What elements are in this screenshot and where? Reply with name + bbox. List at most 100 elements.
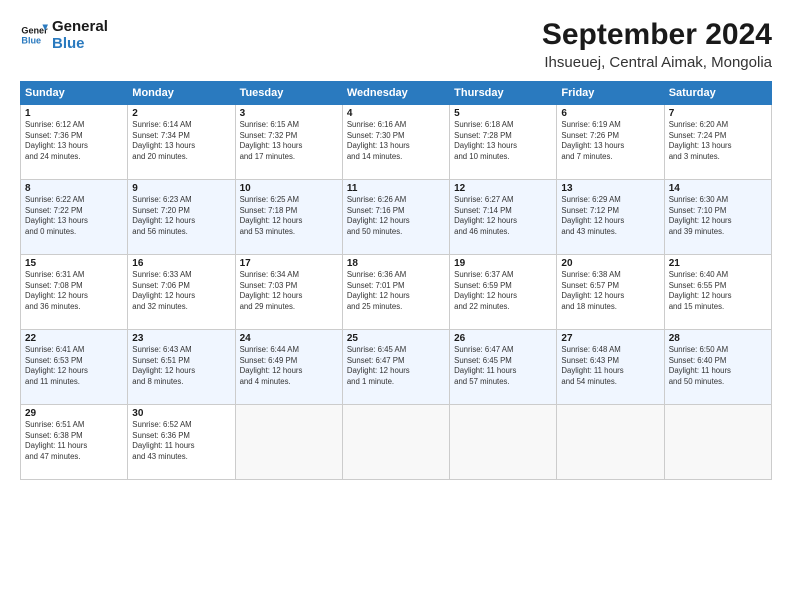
day-number: 23 <box>132 333 230 344</box>
day-number: 10 <box>240 183 338 194</box>
title-block: September 2024 Ihsueuej, Central Aimak, … <box>542 18 772 71</box>
day-number: 11 <box>347 183 445 194</box>
day-number: 17 <box>240 258 338 269</box>
calendar-cell: 27Sunrise: 6:48 AMSunset: 6:43 PMDayligh… <box>557 330 664 405</box>
day-info: Sunrise: 6:31 AMSunset: 7:08 PMDaylight:… <box>25 270 123 312</box>
calendar-table: SundayMondayTuesdayWednesdayThursdayFrid… <box>20 81 772 480</box>
page-header: General Blue General Blue September 2024… <box>20 18 772 71</box>
day-info: Sunrise: 6:33 AMSunset: 7:06 PMDaylight:… <box>132 270 230 312</box>
calendar-cell: 10Sunrise: 6:25 AMSunset: 7:18 PMDayligh… <box>235 180 342 255</box>
day-number: 15 <box>25 258 123 269</box>
calendar-cell <box>450 405 557 480</box>
calendar-cell: 22Sunrise: 6:41 AMSunset: 6:53 PMDayligh… <box>21 330 128 405</box>
day-info: Sunrise: 6:19 AMSunset: 7:26 PMDaylight:… <box>561 120 659 162</box>
day-info: Sunrise: 6:26 AMSunset: 7:16 PMDaylight:… <box>347 195 445 237</box>
day-info: Sunrise: 6:16 AMSunset: 7:30 PMDaylight:… <box>347 120 445 162</box>
day-info: Sunrise: 6:36 AMSunset: 7:01 PMDaylight:… <box>347 270 445 312</box>
calendar-cell: 17Sunrise: 6:34 AMSunset: 7:03 PMDayligh… <box>235 255 342 330</box>
day-number: 5 <box>454 108 552 119</box>
day-info: Sunrise: 6:18 AMSunset: 7:28 PMDaylight:… <box>454 120 552 162</box>
day-number: 18 <box>347 258 445 269</box>
calendar-cell: 8Sunrise: 6:22 AMSunset: 7:22 PMDaylight… <box>21 180 128 255</box>
day-header: Friday <box>557 82 664 105</box>
calendar-cell: 19Sunrise: 6:37 AMSunset: 6:59 PMDayligh… <box>450 255 557 330</box>
day-info: Sunrise: 6:34 AMSunset: 7:03 PMDaylight:… <box>240 270 338 312</box>
day-header: Saturday <box>664 82 771 105</box>
day-info: Sunrise: 6:38 AMSunset: 6:57 PMDaylight:… <box>561 270 659 312</box>
calendar-cell: 15Sunrise: 6:31 AMSunset: 7:08 PMDayligh… <box>21 255 128 330</box>
day-header: Thursday <box>450 82 557 105</box>
day-number: 6 <box>561 108 659 119</box>
calendar-cell: 26Sunrise: 6:47 AMSunset: 6:45 PMDayligh… <box>450 330 557 405</box>
day-info: Sunrise: 6:47 AMSunset: 6:45 PMDaylight:… <box>454 345 552 387</box>
day-number: 27 <box>561 333 659 344</box>
day-header: Wednesday <box>342 82 449 105</box>
calendar-cell <box>557 405 664 480</box>
day-number: 26 <box>454 333 552 344</box>
calendar-cell: 28Sunrise: 6:50 AMSunset: 6:40 PMDayligh… <box>664 330 771 405</box>
day-header: Sunday <box>21 82 128 105</box>
day-number: 21 <box>669 258 767 269</box>
day-number: 13 <box>561 183 659 194</box>
day-number: 2 <box>132 108 230 119</box>
day-info: Sunrise: 6:15 AMSunset: 7:32 PMDaylight:… <box>240 120 338 162</box>
day-info: Sunrise: 6:14 AMSunset: 7:34 PMDaylight:… <box>132 120 230 162</box>
calendar-cell: 13Sunrise: 6:29 AMSunset: 7:12 PMDayligh… <box>557 180 664 255</box>
calendar-cell: 6Sunrise: 6:19 AMSunset: 7:26 PMDaylight… <box>557 105 664 180</box>
day-info: Sunrise: 6:50 AMSunset: 6:40 PMDaylight:… <box>669 345 767 387</box>
day-header: Tuesday <box>235 82 342 105</box>
calendar-cell: 9Sunrise: 6:23 AMSunset: 7:20 PMDaylight… <box>128 180 235 255</box>
day-number: 28 <box>669 333 767 344</box>
day-info: Sunrise: 6:37 AMSunset: 6:59 PMDaylight:… <box>454 270 552 312</box>
day-number: 22 <box>25 333 123 344</box>
day-info: Sunrise: 6:30 AMSunset: 7:10 PMDaylight:… <box>669 195 767 237</box>
calendar-cell: 4Sunrise: 6:16 AMSunset: 7:30 PMDaylight… <box>342 105 449 180</box>
day-info: Sunrise: 6:20 AMSunset: 7:24 PMDaylight:… <box>669 120 767 162</box>
day-header: Monday <box>128 82 235 105</box>
day-number: 25 <box>347 333 445 344</box>
calendar-cell: 1Sunrise: 6:12 AMSunset: 7:36 PMDaylight… <box>21 105 128 180</box>
calendar-cell: 21Sunrise: 6:40 AMSunset: 6:55 PMDayligh… <box>664 255 771 330</box>
calendar-cell: 30Sunrise: 6:52 AMSunset: 6:36 PMDayligh… <box>128 405 235 480</box>
logo-text: General Blue <box>52 18 108 53</box>
calendar-cell: 12Sunrise: 6:27 AMSunset: 7:14 PMDayligh… <box>450 180 557 255</box>
day-number: 14 <box>669 183 767 194</box>
day-number: 8 <box>25 183 123 194</box>
day-info: Sunrise: 6:43 AMSunset: 6:51 PMDaylight:… <box>132 345 230 387</box>
calendar-cell: 14Sunrise: 6:30 AMSunset: 7:10 PMDayligh… <box>664 180 771 255</box>
calendar-cell: 23Sunrise: 6:43 AMSunset: 6:51 PMDayligh… <box>128 330 235 405</box>
day-number: 29 <box>25 408 123 419</box>
day-number: 7 <box>669 108 767 119</box>
day-info: Sunrise: 6:48 AMSunset: 6:43 PMDaylight:… <box>561 345 659 387</box>
day-info: Sunrise: 6:29 AMSunset: 7:12 PMDaylight:… <box>561 195 659 237</box>
calendar-cell: 29Sunrise: 6:51 AMSunset: 6:38 PMDayligh… <box>21 405 128 480</box>
day-number: 9 <box>132 183 230 194</box>
calendar-cell: 7Sunrise: 6:20 AMSunset: 7:24 PMDaylight… <box>664 105 771 180</box>
day-info: Sunrise: 6:40 AMSunset: 6:55 PMDaylight:… <box>669 270 767 312</box>
day-number: 3 <box>240 108 338 119</box>
day-info: Sunrise: 6:27 AMSunset: 7:14 PMDaylight:… <box>454 195 552 237</box>
day-number: 12 <box>454 183 552 194</box>
day-number: 19 <box>454 258 552 269</box>
calendar-cell <box>235 405 342 480</box>
logo-icon: General Blue <box>20 21 48 49</box>
calendar-cell: 11Sunrise: 6:26 AMSunset: 7:16 PMDayligh… <box>342 180 449 255</box>
calendar-cell: 3Sunrise: 6:15 AMSunset: 7:32 PMDaylight… <box>235 105 342 180</box>
calendar-cell: 2Sunrise: 6:14 AMSunset: 7:34 PMDaylight… <box>128 105 235 180</box>
svg-text:Blue: Blue <box>21 36 41 46</box>
day-info: Sunrise: 6:51 AMSunset: 6:38 PMDaylight:… <box>25 420 123 462</box>
calendar-cell: 25Sunrise: 6:45 AMSunset: 6:47 PMDayligh… <box>342 330 449 405</box>
day-info: Sunrise: 6:45 AMSunset: 6:47 PMDaylight:… <box>347 345 445 387</box>
calendar-cell <box>342 405 449 480</box>
day-info: Sunrise: 6:41 AMSunset: 6:53 PMDaylight:… <box>25 345 123 387</box>
calendar-cell: 16Sunrise: 6:33 AMSunset: 7:06 PMDayligh… <box>128 255 235 330</box>
calendar-cell <box>664 405 771 480</box>
day-info: Sunrise: 6:12 AMSunset: 7:36 PMDaylight:… <box>25 120 123 162</box>
day-number: 24 <box>240 333 338 344</box>
day-number: 1 <box>25 108 123 119</box>
day-number: 4 <box>347 108 445 119</box>
day-info: Sunrise: 6:23 AMSunset: 7:20 PMDaylight:… <box>132 195 230 237</box>
calendar-cell: 20Sunrise: 6:38 AMSunset: 6:57 PMDayligh… <box>557 255 664 330</box>
logo: General Blue General Blue <box>20 18 108 53</box>
day-info: Sunrise: 6:44 AMSunset: 6:49 PMDaylight:… <box>240 345 338 387</box>
